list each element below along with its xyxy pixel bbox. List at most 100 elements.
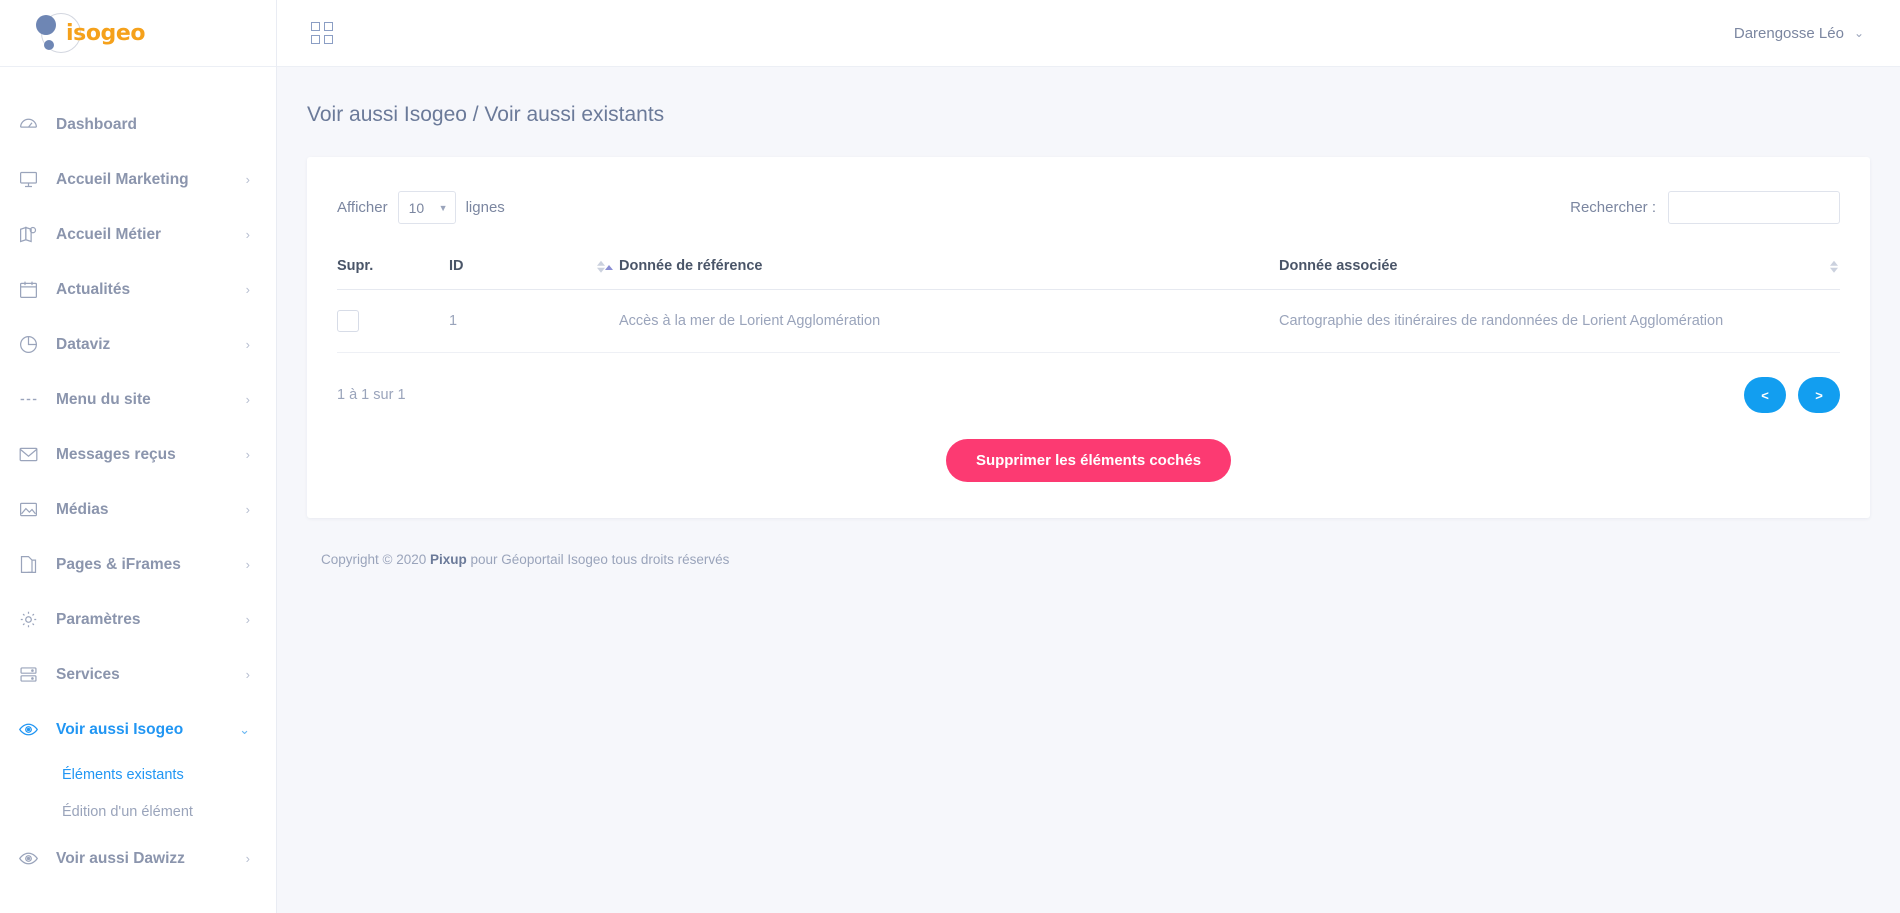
sidebar-item-dashboard[interactable]: Dashboard (0, 97, 276, 152)
sort-indicator-icon[interactable] (597, 260, 605, 273)
eye-icon (18, 719, 56, 740)
footer-copyright: Copyright © 2020 Pixup pour Géoportail I… (307, 518, 1870, 567)
reference-link[interactable]: Accès à la mer de Lorient Agglomération (619, 313, 880, 329)
pagination-previous-button[interactable]: < (1744, 377, 1786, 413)
dashboard-icon (18, 114, 56, 135)
sidebar-label: Médias (56, 500, 109, 518)
sort-asc-arrow-icon (597, 260, 605, 266)
screen-icon (18, 169, 56, 190)
sidebar-item-voir-aussi-isogeo[interactable]: Voir aussi Isogeo ⌄ (0, 702, 276, 757)
user-name: Darengosse Léo (1733, 24, 1844, 42)
grid-cell (311, 35, 320, 44)
search-input[interactable] (1668, 191, 1840, 224)
chevron-right-icon: › (245, 851, 250, 866)
sidebar-item-actualites[interactable]: Actualités › (0, 262, 276, 317)
page-length-suffix-label: lignes (465, 199, 505, 216)
sidebar-label: Accueil Métier (56, 225, 162, 243)
sidebar-label: Paramètres (56, 610, 141, 628)
sort-asc-arrow-icon (605, 264, 613, 270)
row-checkbox[interactable] (337, 310, 359, 332)
pagination: < > (1744, 377, 1840, 413)
page-length-prefix-label: Afficher (337, 199, 388, 216)
grid-cell (311, 22, 320, 31)
sidebar: isogeo Dashboard Accueil Marketing › Acc… (0, 0, 277, 913)
sidebar-label: Dataviz (56, 335, 111, 353)
sidebar-item-services[interactable]: Services › (0, 647, 276, 702)
datatable-card: Afficher 10 ▼ lignes Rechercher : Supr. … (307, 157, 1870, 518)
logo-wordmark: isogeo (66, 21, 146, 46)
column-header-donnee-associee[interactable]: Donnée associée (1279, 246, 1840, 290)
table-footer: 1 à 1 sur 1 < > (337, 353, 1840, 413)
sidebar-label: Services (56, 665, 120, 683)
sidebar-item-accueil-marketing[interactable]: Accueil Marketing › (0, 152, 276, 207)
page-length-select[interactable]: 10 ▼ (397, 191, 456, 224)
topbar: Darengosse Léo ⌄ (277, 0, 1900, 67)
brand-logo[interactable]: isogeo (0, 0, 276, 67)
chevron-right-icon: › (245, 667, 250, 682)
menu-icon (18, 389, 56, 410)
chevron-right-icon: › (245, 337, 250, 352)
data-table: Supr. ID Donnée de référence Donnée asso… (337, 246, 1840, 353)
sidebar-subitem-elements-existants[interactable]: Éléments existants (62, 757, 276, 794)
sidebar-label: Messages reçus (56, 445, 176, 463)
sidebar-item-menu-du-site[interactable]: Menu du site › (0, 372, 276, 427)
cell-id: 1 (449, 289, 619, 353)
table-body: 1 Accès à la mer de Lorient Agglomératio… (337, 289, 1840, 353)
table-controls: Afficher 10 ▼ lignes Rechercher : (337, 185, 1840, 246)
cell-supr (337, 289, 449, 353)
chevron-down-icon: ⌄ (239, 721, 250, 737)
sort-indicator-icon[interactable] (1830, 260, 1838, 273)
grid-icon[interactable] (311, 22, 333, 44)
app-root: isogeo Dashboard Accueil Marketing › Acc… (0, 0, 1900, 913)
column-label: Donnée de référence (619, 258, 763, 274)
grid-cell (324, 35, 333, 44)
page-length-control: Afficher 10 ▼ lignes (337, 191, 505, 224)
logo-dot-small-icon (44, 40, 54, 50)
cell-donnee-associee: Cartographie des itinéraires de randonné… (1279, 289, 1840, 353)
sidebar-label: Accueil Marketing (56, 170, 189, 188)
sidebar-item-voir-aussi-dawizz[interactable]: Voir aussi Dawizz › (0, 831, 276, 886)
table-head: Supr. ID Donnée de référence Donnée asso… (337, 246, 1840, 290)
calendar-icon (18, 279, 56, 300)
sort-asc-arrow-icon (1830, 260, 1838, 266)
pie-chart-icon (18, 334, 56, 355)
sort-desc-arrow-icon (597, 267, 605, 273)
gear-icon (18, 609, 56, 630)
column-label: Supr. (337, 258, 374, 274)
associated-link[interactable]: Cartographie des itinéraires de randonné… (1279, 313, 1723, 329)
chevron-right-icon: › (245, 502, 250, 517)
sidebar-item-medias[interactable]: Médias › (0, 482, 276, 537)
envelope-icon (18, 444, 56, 465)
chevron-right-icon: › (245, 447, 250, 462)
sidebar-nav: Dashboard Accueil Marketing › Accueil Mé (0, 67, 276, 886)
server-icon (18, 664, 56, 685)
user-menu[interactable]: Darengosse Léo ⌄ (1734, 25, 1864, 42)
table-row: 1 Accès à la mer de Lorient Agglomératio… (337, 289, 1840, 353)
cell-donnee-reference: Accès à la mer de Lorient Agglomération (619, 289, 1279, 353)
page-content: Voir aussi Isogeo / Voir aussi existants… (277, 67, 1900, 913)
delete-checked-button[interactable]: Supprimer les éléments cochés (945, 439, 1232, 482)
sidebar-item-parametres[interactable]: Paramètres › (0, 592, 276, 647)
logo-dot-large-icon (36, 15, 56, 35)
sidebar-subitem-edition-element[interactable]: Édition d'un élément (62, 794, 276, 831)
sidebar-label: Voir aussi Isogeo (56, 720, 184, 738)
column-header-supr[interactable]: Supr. (337, 246, 449, 290)
sidebar-item-pages-iframes[interactable]: Pages & iFrames › (0, 537, 276, 592)
sidebar-item-messages-recus[interactable]: Messages reçus › (0, 427, 276, 482)
copyright-suffix: pour Géoportail Isogeo tous droits réser… (466, 552, 730, 567)
sidebar-item-accueil-metier[interactable]: Accueil Métier › (0, 207, 276, 262)
chevron-right-icon: › (245, 392, 250, 407)
grid-cell (324, 22, 333, 31)
sort-indicator-icon[interactable] (605, 264, 613, 270)
column-header-id[interactable]: ID (449, 246, 619, 290)
column-header-donnee-reference[interactable]: Donnée de référence (605, 246, 1279, 290)
sidebar-label: Pages & iFrames (56, 555, 181, 573)
sidebar-item-dataviz[interactable]: Dataviz › (0, 317, 276, 372)
search-control: Rechercher : (1570, 191, 1840, 224)
table-header-row: Supr. ID Donnée de référence Donnée asso… (337, 246, 1840, 290)
sidebar-label: Voir aussi Dawizz (56, 849, 185, 867)
sort-desc-arrow-icon (1830, 267, 1838, 273)
pages-icon (18, 554, 56, 575)
pagination-next-button[interactable]: > (1798, 377, 1840, 413)
sidebar-submenu-voir-aussi-isogeo: Éléments existants Édition d'un élément (0, 757, 276, 831)
